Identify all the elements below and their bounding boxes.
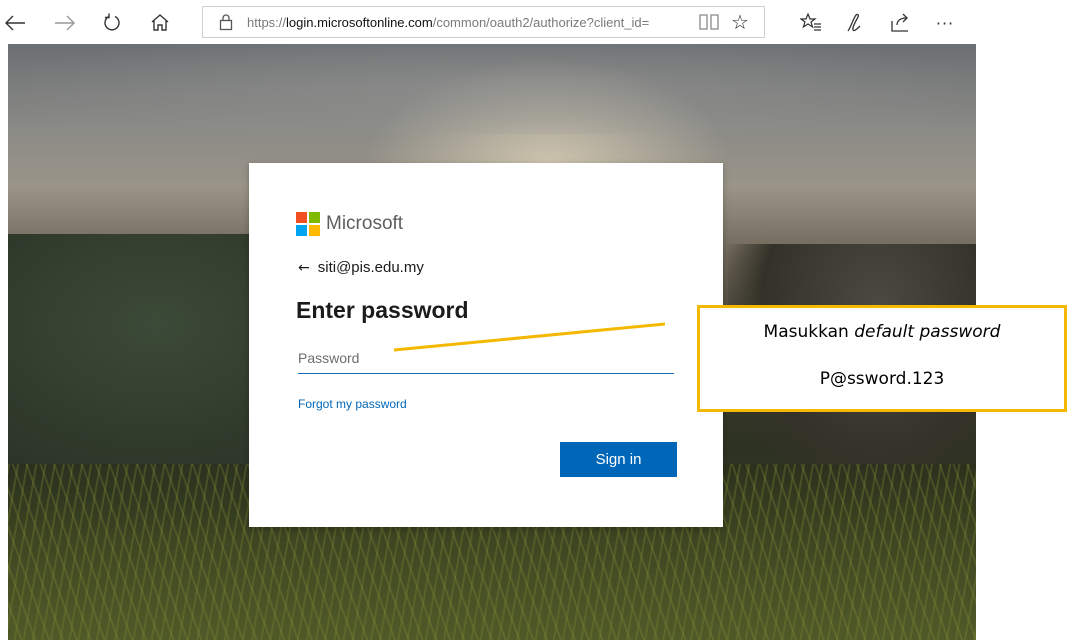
back-arrow-icon[interactable]: ←: [298, 260, 310, 276]
annotation-prefix: Masukkan: [763, 322, 855, 342]
url-text: https://login.microsoftonline.com/common…: [247, 15, 697, 30]
url-path: /common/oauth2/authorize?client_id=: [432, 15, 650, 30]
logo-square-green: [309, 212, 320, 223]
pen-icon[interactable]: [841, 8, 871, 38]
reading-view-icon[interactable]: [699, 13, 719, 36]
home-icon[interactable]: [145, 8, 175, 38]
more-icon[interactable]: ···: [930, 8, 960, 38]
microsoft-logo: Microsoft: [296, 212, 403, 236]
brand-name: Microsoft: [326, 213, 404, 234]
url-host: login.microsoftonline.com: [286, 15, 433, 30]
page-title: Enter password: [296, 297, 469, 323]
microsoft-logo-icon: [296, 212, 320, 236]
refresh-icon[interactable]: [97, 8, 127, 38]
annotation-instruction: Masukkan default password: [700, 322, 1064, 342]
logo-square-red: [296, 212, 307, 223]
annotation-callout: Masukkan default password P@ssword.123: [697, 305, 1067, 412]
address-bar[interactable]: https://login.microsoftonline.com/common…: [202, 6, 765, 38]
share-icon[interactable]: [886, 8, 916, 38]
back-icon[interactable]: [0, 8, 30, 38]
sign-in-button[interactable]: Sign in: [560, 442, 677, 477]
favorite-star-icon[interactable]: ☆: [731, 10, 749, 34]
forward-icon[interactable]: [50, 8, 80, 38]
url-prefix: https://: [247, 15, 287, 30]
annotation-emphasis: default password: [854, 322, 1001, 342]
signin-card: Microsoft ← siti@pis.edu.my Enter passwo…: [249, 163, 723, 527]
forgot-password-link[interactable]: Forgot my password: [298, 397, 407, 411]
browser-toolbar: https://login.microsoftonline.com/common…: [0, 0, 1068, 44]
logo-square-yellow: [309, 225, 320, 236]
lock-icon: [219, 13, 233, 36]
logo-square-blue: [296, 225, 307, 236]
password-field[interactable]: [298, 343, 674, 374]
favorites-list-icon[interactable]: [796, 8, 826, 38]
identity-row[interactable]: ← siti@pis.edu.my: [298, 259, 424, 276]
background-clouds: [8, 44, 976, 134]
identity-email: siti@pis.edu.my: [317, 259, 424, 276]
annotation-password-value: P@ssword.123: [819, 369, 945, 389]
